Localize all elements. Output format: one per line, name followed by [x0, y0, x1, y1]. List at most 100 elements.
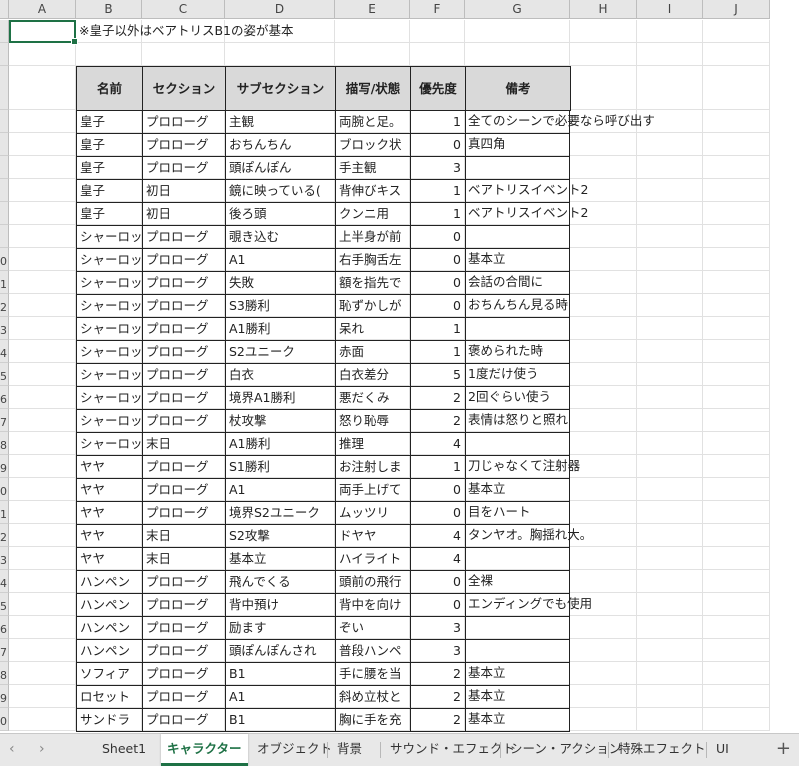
table-cell-priority[interactable]: 0 — [410, 294, 466, 318]
empty-cell[interactable] — [570, 271, 637, 294]
column-header-b[interactable]: B — [76, 0, 142, 19]
column-header-h[interactable]: H — [570, 0, 637, 19]
add-sheet-plus-icon[interactable]: + — [776, 734, 791, 766]
empty-cell[interactable] — [703, 639, 770, 662]
table-cell-desc[interactable]: 上半身が前 — [335, 225, 411, 249]
empty-cell[interactable] — [9, 66, 76, 110]
empty-cell[interactable] — [9, 110, 76, 133]
sheet-tab[interactable]: オブジェクト — [251, 734, 338, 766]
table-cell-desc[interactable]: 悪だくみ — [335, 386, 411, 410]
empty-cell[interactable] — [703, 20, 770, 43]
table-cell-name[interactable]: シャーロッ — [76, 248, 143, 272]
table-cell-note[interactable]: 真四角 — [465, 133, 570, 157]
empty-cell[interactable] — [465, 43, 570, 66]
table-cell-name[interactable]: シャーロッ — [76, 386, 143, 410]
table-cell-subsection[interactable]: B1 — [225, 662, 336, 686]
table-cell-note[interactable]: エンディングでも使用 — [465, 593, 592, 617]
table-cell-desc[interactable]: お注射しま — [335, 455, 411, 479]
empty-cell[interactable] — [637, 66, 703, 110]
table-cell-section[interactable]: 末日 — [142, 547, 226, 571]
empty-cell[interactable] — [637, 616, 703, 639]
empty-cell[interactable] — [570, 340, 637, 363]
empty-cell[interactable] — [410, 43, 465, 66]
table-cell-subsection[interactable]: 鏡に映っている( — [225, 179, 336, 203]
empty-cell[interactable] — [570, 317, 637, 340]
table-cell-section[interactable]: プロローグ — [142, 708, 226, 732]
row-header[interactable]: 6 — [0, 616, 9, 639]
empty-cell[interactable] — [703, 43, 770, 66]
table-cell-section[interactable]: 末日 — [142, 432, 226, 456]
table-cell-name[interactable]: ヤヤ — [76, 455, 143, 479]
table-cell-note[interactable]: 基本立 — [465, 685, 570, 709]
table-cell-desc[interactable]: 額を指先で — [335, 271, 411, 295]
empty-cell[interactable] — [570, 66, 637, 110]
empty-cell[interactable] — [9, 455, 76, 478]
empty-cell[interactable] — [570, 133, 637, 156]
table-cell-section[interactable]: プロローグ — [142, 616, 226, 640]
table-cell-note[interactable]: おちんちん見る時 — [465, 294, 570, 318]
table-cell-subsection[interactable]: B1 — [225, 708, 336, 732]
table-header-1[interactable]: セクション — [142, 66, 226, 111]
row-header[interactable] — [0, 225, 9, 248]
empty-cell[interactable] — [9, 478, 76, 501]
empty-cell[interactable] — [9, 547, 76, 570]
table-cell-desc[interactable]: 斜め立杖と — [335, 685, 411, 709]
column-header-c[interactable]: C — [142, 0, 225, 19]
table-cell-priority[interactable]: 5 — [410, 363, 466, 387]
table-cell-section[interactable]: プロローグ — [142, 271, 226, 295]
table-cell-subsection[interactable]: おちんちん — [225, 133, 336, 157]
table-cell-note[interactable] — [465, 225, 570, 249]
table-cell-subsection[interactable]: S2ユニーク — [225, 340, 336, 364]
table-cell-section[interactable]: プロローグ — [142, 294, 226, 318]
table-cell-desc[interactable]: 胸に手を充 — [335, 708, 411, 732]
empty-cell[interactable] — [637, 639, 703, 662]
table-cell-subsection[interactable]: 励ます — [225, 616, 336, 640]
sheet-tab[interactable]: 背景 — [331, 734, 368, 766]
empty-cell[interactable] — [76, 43, 142, 66]
empty-cell[interactable] — [9, 202, 76, 225]
table-cell-section[interactable]: 初日 — [142, 179, 226, 203]
table-cell-name[interactable]: ソフィア — [76, 662, 143, 686]
empty-cell[interactable] — [637, 685, 703, 708]
row-header[interactable] — [0, 156, 9, 179]
table-cell-name[interactable]: シャーロッ — [76, 409, 143, 433]
table-cell-name[interactable]: シャーロッ — [76, 363, 143, 387]
table-cell-subsection[interactable]: 後ろ頭 — [225, 202, 336, 226]
row-header[interactable]: 6 — [0, 386, 9, 409]
table-cell-name[interactable]: 皇子 — [76, 133, 143, 157]
table-cell-desc[interactable]: 呆れ — [335, 317, 411, 341]
row-header[interactable]: 4 — [0, 570, 9, 593]
empty-cell[interactable] — [9, 363, 76, 386]
row-header[interactable] — [0, 20, 9, 43]
table-cell-section[interactable]: プロローグ — [142, 409, 226, 433]
table-cell-name[interactable]: シャーロッ — [76, 271, 143, 295]
table-cell-subsection[interactable]: A1 — [225, 478, 336, 502]
table-cell-subsection[interactable]: 背中預け — [225, 593, 336, 617]
table-cell-note[interactable]: 全裸 — [465, 570, 570, 594]
table-cell-subsection[interactable]: 境界S2ユニーク — [225, 501, 336, 525]
table-cell-section[interactable]: プロローグ — [142, 225, 226, 249]
row-header[interactable]: 3 — [0, 547, 9, 570]
empty-cell[interactable] — [570, 156, 637, 179]
table-cell-name[interactable]: ロセット — [76, 685, 143, 709]
sheet-tab[interactable]: 特殊エフェクト — [612, 734, 712, 766]
table-cell-name[interactable]: シャーロッ — [76, 294, 143, 318]
table-cell-subsection[interactable]: 境界A1勝利 — [225, 386, 336, 410]
table-cell-priority[interactable]: 4 — [410, 547, 466, 571]
table-cell-priority[interactable]: 0 — [410, 570, 466, 594]
table-cell-priority[interactable]: 2 — [410, 708, 466, 732]
table-cell-priority[interactable]: 0 — [410, 271, 466, 295]
column-header-e[interactable]: E — [335, 0, 410, 19]
table-cell-note[interactable] — [465, 616, 570, 640]
empty-cell[interactable] — [637, 432, 703, 455]
table-cell-desc[interactable]: 推理 — [335, 432, 411, 456]
table-cell-section[interactable]: プロローグ — [142, 386, 226, 410]
row-header[interactable] — [0, 133, 9, 156]
table-cell-note[interactable]: 基本立 — [465, 478, 570, 502]
table-cell-priority[interactable]: 0 — [410, 133, 466, 157]
empty-cell[interactable] — [637, 20, 703, 43]
empty-cell[interactable] — [703, 708, 770, 731]
empty-cell[interactable] — [9, 685, 76, 708]
table-cell-subsection[interactable]: A1勝利 — [225, 432, 336, 456]
empty-cell[interactable] — [637, 501, 703, 524]
